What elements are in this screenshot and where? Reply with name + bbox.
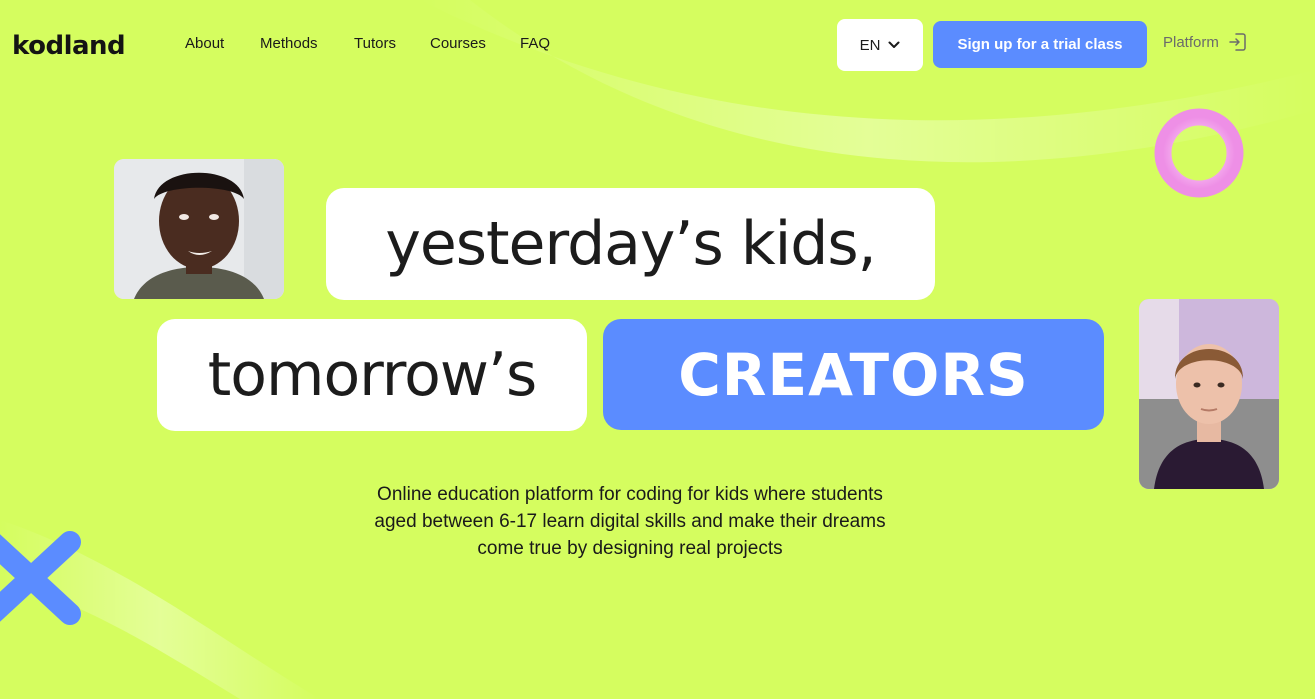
headline-pill-line2a: tomorrow’s xyxy=(157,319,587,431)
student-portrait xyxy=(1139,299,1279,489)
headline-pill-creators: CREATORS xyxy=(603,319,1104,430)
ring-decoration xyxy=(1154,108,1244,198)
language-label: EN xyxy=(859,36,881,54)
x-decoration xyxy=(0,531,81,625)
student-portrait xyxy=(114,159,284,299)
signup-trial-button[interactable]: Sign up for a trial class xyxy=(933,21,1147,68)
headline-line2a: tomorrow’s xyxy=(207,340,537,410)
nav-item-courses[interactable]: Courses xyxy=(430,35,486,52)
signup-trial-label: Sign up for a trial class xyxy=(957,36,1123,53)
platform-login-link[interactable]: Platform xyxy=(1163,32,1247,52)
student-photo-right xyxy=(1139,299,1279,489)
nav-item-methods[interactable]: Methods xyxy=(260,35,318,52)
nav-item-faq[interactable]: FAQ xyxy=(520,35,550,52)
nav-item-about[interactable]: About xyxy=(185,35,224,52)
hero-description: Online education platform for coding for… xyxy=(374,484,886,559)
platform-label: Platform xyxy=(1163,33,1219,51)
headline-line1: yesterday’s kids, xyxy=(385,209,876,279)
headline-creators: CREATORS xyxy=(678,340,1029,409)
language-selector[interactable]: EN xyxy=(837,19,923,71)
kodland-logo[interactable]: kodland xyxy=(12,31,126,61)
student-photo-left xyxy=(114,159,284,299)
nav-item-tutors[interactable]: Tutors xyxy=(354,35,396,52)
headline-pill-line1: yesterday’s kids, xyxy=(326,188,935,300)
chevron-down-icon xyxy=(888,41,900,48)
login-arrow-icon xyxy=(1229,33,1246,51)
